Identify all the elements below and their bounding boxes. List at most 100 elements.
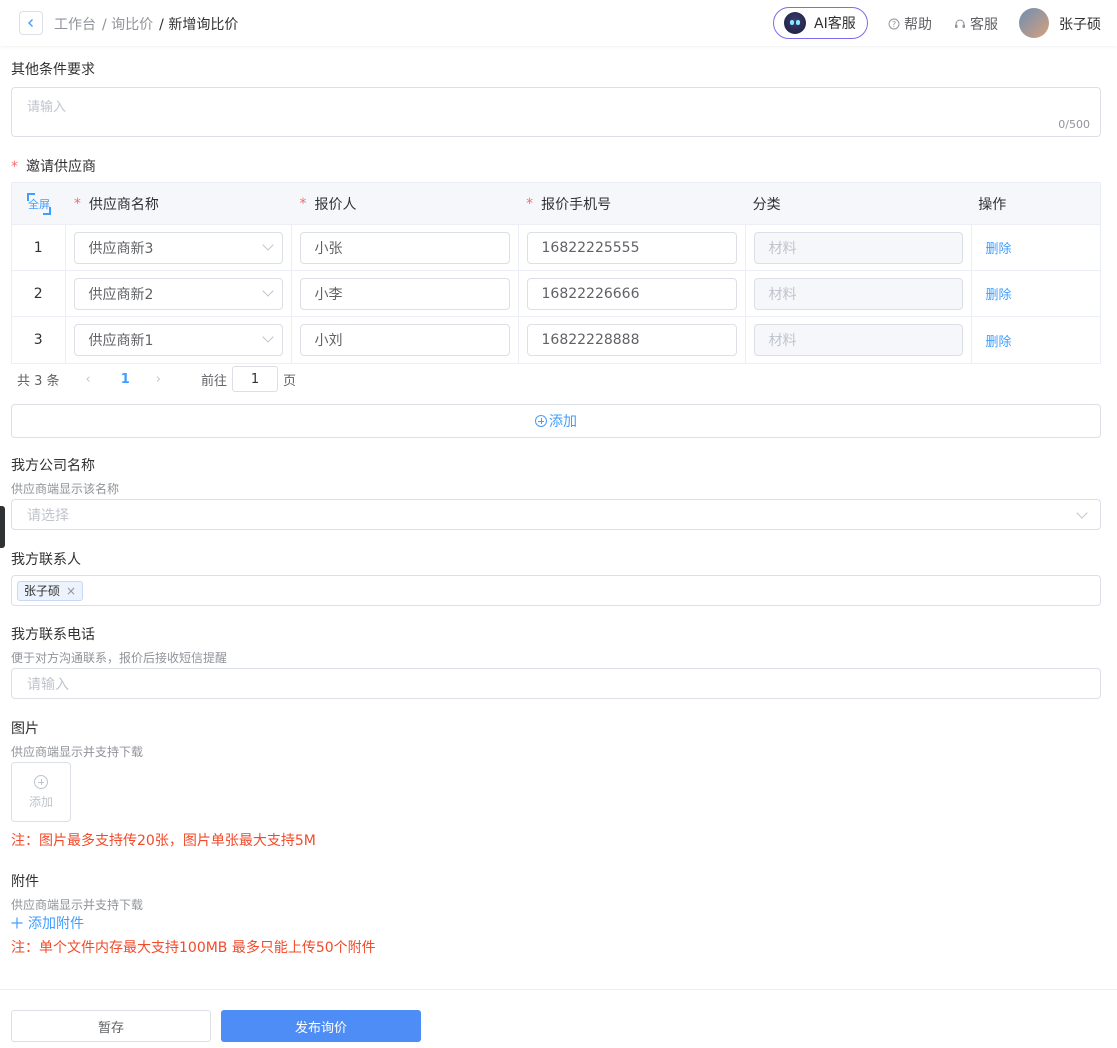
required-mark: * xyxy=(73,195,81,212)
image-upload-button[interactable]: 添加 xyxy=(11,762,71,822)
row-index: 1 xyxy=(12,225,66,270)
avatar[interactable] xyxy=(1019,8,1049,38)
side-drawer-handle[interactable] xyxy=(0,506,5,548)
delete-link[interactable]: 删除 xyxy=(980,238,1012,257)
breadcrumb-workbench[interactable]: 工作台 xyxy=(54,14,96,34)
page-number[interactable]: 1 xyxy=(121,372,130,387)
phone-cell: 16822226666 xyxy=(519,271,746,316)
table-row: 2 供应商新2 小李 16822226666 材料 删除 xyxy=(12,271,1100,317)
table-header: 全屏 * 供应商名称 * 报价人 * 报价手机号 分类 操作 xyxy=(12,183,1100,225)
column-label: 报价人 xyxy=(314,196,357,213)
breadcrumb-inquiry[interactable]: / 询比价 xyxy=(102,14,153,34)
pagination: 共 3 条 ‹ 1 › 前往 1 页 xyxy=(17,366,296,392)
images-label: 图片 xyxy=(11,721,39,737)
invite-suppliers-text: 邀请供应商 xyxy=(26,159,96,175)
publish-inquiry-button[interactable]: 发布询价 xyxy=(221,1010,421,1042)
char-counter: 0/500 xyxy=(1058,118,1090,131)
supplier-cell: 供应商新2 xyxy=(66,271,292,316)
contact-tag-label: 张子硕 xyxy=(24,584,61,598)
column-quoter: * 报价人 xyxy=(292,183,519,224)
close-icon[interactable]: × xyxy=(66,584,76,598)
add-attachment-button[interactable]: 添加附件 xyxy=(11,913,84,933)
contact-select[interactable]: 张子硕 × xyxy=(11,575,1101,606)
attachments-label: 附件 xyxy=(11,874,39,890)
category-input: 材料 xyxy=(753,231,963,264)
headset-icon xyxy=(955,19,965,28)
quoter-input[interactable]: 小李 xyxy=(299,277,510,310)
supplier-select[interactable]: 供应商新2 xyxy=(73,277,283,310)
delete-link[interactable]: 删除 xyxy=(980,284,1012,303)
fullscreen-button[interactable]: 全屏 xyxy=(26,192,51,215)
quoter-phone-input[interactable]: 16822226666 xyxy=(526,277,737,310)
contact-label: 我方联系人 xyxy=(11,552,81,568)
quoter-phone-input[interactable]: 16822228888 xyxy=(526,324,737,356)
fullscreen-label: 全屏 xyxy=(27,197,50,211)
contact-phone-input[interactable]: 请输入 xyxy=(11,668,1101,699)
contact-tag: 张子硕 × xyxy=(17,580,84,601)
back-button[interactable] xyxy=(19,11,43,35)
robot-icon xyxy=(784,12,806,34)
company-name-select[interactable]: 请选择 xyxy=(11,499,1101,530)
delete-link[interactable]: 删除 xyxy=(980,331,1012,350)
category-cell: 材料 xyxy=(746,271,972,316)
category-cell: 材料 xyxy=(746,317,972,363)
other-conditions-label: 其他条件要求 xyxy=(11,62,95,78)
invite-suppliers-label: * 邀请供应商 xyxy=(11,156,96,176)
breadcrumb-current: / 新增询比价 xyxy=(159,17,239,33)
column-label: 操作 xyxy=(978,196,1007,213)
row-index: 2 xyxy=(12,271,66,316)
add-attachment-label: 添加附件 xyxy=(28,916,84,932)
column-quoter-phone: * 报价手机号 xyxy=(518,183,745,224)
company-name-hint: 供应商端显示该名称 xyxy=(11,482,120,496)
help-label: 帮助 xyxy=(904,17,932,33)
help-link[interactable]: ? 帮助 xyxy=(888,14,932,34)
column-label: 供应商名称 xyxy=(88,196,159,213)
goto-label: 前往 xyxy=(201,373,228,389)
supplier-cell: 供应商新1 xyxy=(66,317,292,363)
add-supplier-button[interactable]: 添加 xyxy=(11,404,1101,438)
quoter-phone-input[interactable]: 16822225555 xyxy=(526,231,737,264)
goto-page-input[interactable]: 1 xyxy=(232,366,279,392)
supplier-value: 供应商新2 xyxy=(88,286,154,303)
row-index: 3 xyxy=(12,317,66,363)
supplier-value: 供应商新3 xyxy=(88,240,154,257)
category-input: 材料 xyxy=(753,277,963,310)
supplier-select[interactable]: 供应商新1 xyxy=(73,324,283,356)
supplier-select[interactable]: 供应商新3 xyxy=(73,231,283,264)
category-input: 材料 xyxy=(753,324,963,356)
add-supplier-label: 添加 xyxy=(549,414,577,430)
required-mark: * xyxy=(11,159,18,175)
phone-cell: 16822228888 xyxy=(519,317,746,363)
fullscreen-cell: 全屏 xyxy=(12,183,66,224)
chevron-left-icon xyxy=(28,19,33,27)
phone-cell: 16822225555 xyxy=(519,225,746,270)
top-header: 工作台 / 询比价 / 新增询比价 AI客服 ? 帮助 客服 张子硕 xyxy=(0,0,1117,46)
prev-page-button[interactable]: ‹ xyxy=(86,372,91,387)
ai-service-button[interactable]: AI客服 xyxy=(773,7,868,39)
attachments-hint: 供应商端显示并支持下载 xyxy=(11,898,144,912)
quoter-input[interactable]: 小刘 xyxy=(299,324,510,356)
column-label: 报价手机号 xyxy=(541,196,612,213)
contact-phone-hint: 便于对方沟通联系，报价后接收短信提醒 xyxy=(11,651,228,665)
other-conditions-textarea[interactable]: 请输入 0/500 xyxy=(11,87,1101,137)
next-page-button[interactable]: › xyxy=(156,372,161,387)
save-draft-button[interactable]: 暂存 xyxy=(11,1010,211,1042)
column-action: 操作 xyxy=(970,183,1100,224)
company-name-placeholder: 请选择 xyxy=(27,507,69,524)
pagination-total: 共 3 条 xyxy=(17,373,60,389)
svg-text:?: ? xyxy=(892,20,896,29)
customer-service-link[interactable]: 客服 xyxy=(954,14,998,34)
chevron-down-icon xyxy=(261,284,274,297)
quoter-cell: 小李 xyxy=(292,271,519,316)
quoter-cell: 小张 xyxy=(292,225,519,270)
chevron-down-icon xyxy=(1076,507,1088,519)
supplier-value: 供应商新1 xyxy=(88,333,154,349)
category-cell: 材料 xyxy=(746,225,972,270)
required-mark: * xyxy=(299,195,307,212)
quoter-input[interactable]: 小张 xyxy=(299,231,510,264)
user-name[interactable]: 张子硕 xyxy=(1059,14,1101,34)
attachments-note: 注：单个文件内存最大支持100MB 最多只能上传50个附件 xyxy=(11,940,376,956)
action-cell: 删除 xyxy=(972,271,1100,316)
contact-phone-label: 我方联系电话 xyxy=(11,627,95,643)
company-name-label: 我方公司名称 xyxy=(11,458,95,474)
